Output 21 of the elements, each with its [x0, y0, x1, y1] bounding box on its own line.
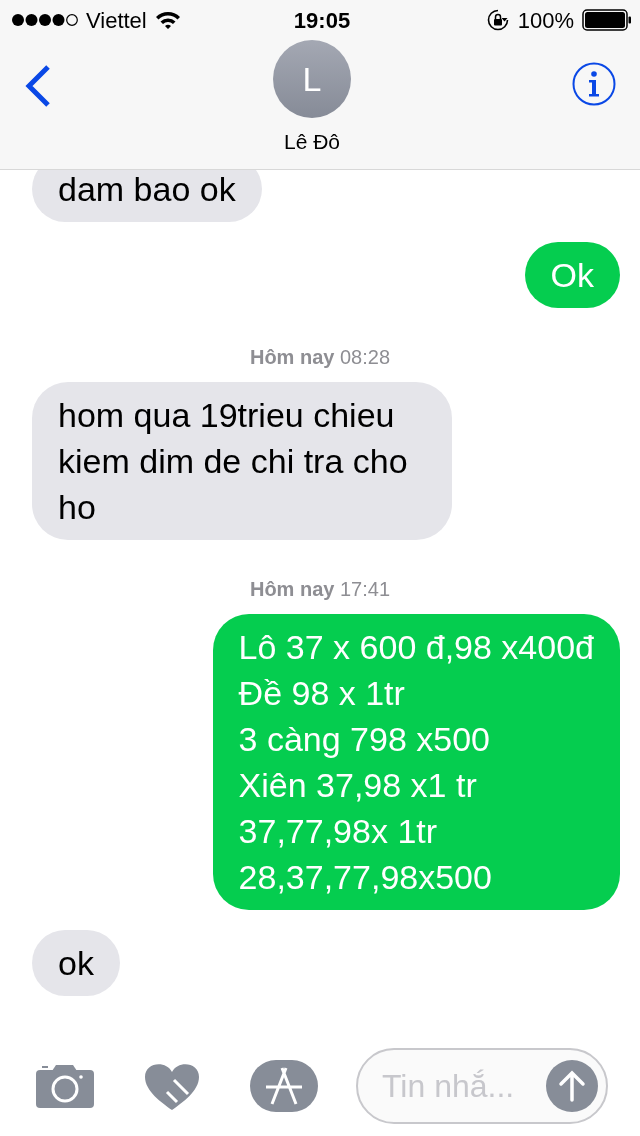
carrier-name: Viettel [86, 6, 147, 35]
sent-message: Lô 37 x 600 đ,98 x400đ Đề 98 x 1tr 3 càng 798 x500 Xiên 37,98 x1 tr 37,77,98x 1tr 28,37,77,98x500 [212, 614, 620, 910]
timestamp: Hôm nay 08:28 [249, 345, 391, 370]
battery-icon [582, 9, 632, 31]
battery-percentage: 100% [517, 6, 574, 35]
app-store-icon[interactable] [250, 1060, 318, 1112]
back-icon[interactable] [24, 64, 52, 108]
wifi-icon [154, 10, 181, 30]
heart-icon[interactable] [144, 1062, 200, 1110]
camera-icon[interactable] [36, 1064, 94, 1108]
received-message: dam bao ok [32, 170, 262, 222]
status-time: 19:05 [293, 6, 351, 35]
rotation-lock-icon [485, 8, 510, 32]
send-icon[interactable] [546, 1060, 598, 1112]
timestamp: Hôm nay 17:41 [249, 577, 391, 602]
sent-message: Ok [524, 242, 620, 308]
received-message: ok [32, 930, 120, 996]
contact-name[interactable]: Lê Đô [283, 126, 340, 158]
received-message: hom qua 19trieu chieu kiem dim de chi tra cho ho [32, 382, 452, 540]
signal-icon [12, 13, 78, 27]
info-icon[interactable] [572, 62, 616, 106]
